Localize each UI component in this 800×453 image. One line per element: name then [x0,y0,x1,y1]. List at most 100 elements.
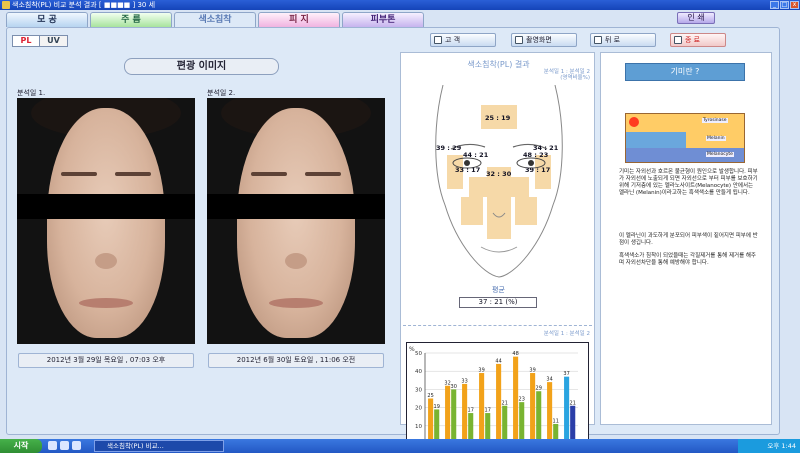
bar-value-label: 17 [485,408,491,414]
exit-button[interactable]: 종 료 [670,33,726,47]
back-button[interactable]: 뒤 로 [590,33,656,47]
bar-value-label: 37 [563,371,569,377]
system-tray-clock: 오후 1:44 [738,439,800,453]
bar [428,398,434,444]
bar [479,373,485,444]
bar [530,373,536,444]
analysis-date2-value: 2012년 6월 30일 토요일 , 11:06 오전 [208,353,384,368]
close-icon[interactable]: x [790,1,799,9]
exit-icon [674,36,682,44]
taskbar: 시작 색소침착(PL) 비교... 오후 1:44 [0,439,800,453]
zone-nose-value: 32 : 30 [486,170,512,178]
bar-value-label: 21 [502,400,508,406]
tyrosinase-label: Tyrosinase [702,118,728,123]
bar [519,402,525,444]
analysis-date2-label: 분석일 2. [207,89,236,97]
eyebrow [305,172,341,176]
result-unit: (영역비율%) [560,75,590,81]
censor-bar [207,194,385,219]
mode-toggle: PL UV [12,35,68,47]
eyebrow [61,172,97,176]
bar-value-label: 34 [546,377,552,383]
face-photo-1 [17,98,195,344]
back-arrow-icon [594,36,602,44]
y-tick-label: 20 [415,406,422,412]
bar-value-label: 39 [529,368,535,374]
analysis-date1-label: 분석일 1. [17,89,46,97]
info-title: 기미란 ? [625,63,745,81]
melanocyte-label: Melanocyte [706,152,734,157]
tab-skin-tone[interactable]: 피부톤 [342,12,424,27]
maximize-icon[interactable]: □ [780,1,789,9]
zone-right-cheek-value: 39 : 17 [525,166,551,174]
minimize-icon[interactable]: _ [770,1,779,9]
bar-value-label: 33 [461,378,467,384]
bar [462,383,468,444]
y-tick-label: 50 [415,351,422,357]
y-tick-label: 30 [415,387,422,393]
bar-value-label: 48 [512,351,518,357]
bar-value-label: 39 [478,368,484,374]
tab-sebum[interactable]: 피 지 [258,12,340,27]
bar-value-label: 17 [468,408,474,414]
uv-mode-button[interactable]: UV [40,35,68,47]
bar [445,385,451,444]
y-tick-label: 40 [415,369,422,375]
eyebrow [251,172,287,176]
y-tick-label: 10 [415,424,422,430]
melanin-label: Melanin [706,136,726,141]
quicklaunch-icon[interactable] [48,441,57,450]
tab-pigmentation[interactable]: 색소침착 [174,12,256,28]
print-button[interactable]: 인 쇄 [677,12,715,24]
bar [564,376,570,444]
quicklaunch-icon[interactable] [72,441,81,450]
app-icon [2,1,10,9]
bar [451,389,457,444]
bar [547,382,553,444]
window-title: 색소침착(PL) 비교 분석 결과 [ ■■■■ ] 30 세 [12,1,156,9]
zone-forehead-value: 25 : 19 [485,114,511,122]
average-label: 평균 [492,286,505,294]
bar [536,391,542,444]
bar-value-label: 21 [570,400,576,406]
mouth [79,298,133,308]
window-controls: _ □ x [770,1,799,9]
zone-left-under-eye-value: 44 : 21 [463,151,489,159]
face-photo-2 [207,98,385,344]
start-button[interactable]: 시작 [0,439,42,453]
section-divider [403,325,592,326]
average-value: 37 : 21 (%) [459,297,537,308]
bar [513,356,519,444]
bar-value-label: 44 [495,358,501,364]
analysis-tabs: 모 공 주 름 색소침착 피 지 피부톤 [6,12,424,28]
info-paragraph-1: 기미는 자외선과 호르몬 불균형이 원인으로 발생합니다. 피부가 자외선에 노… [619,169,758,196]
bar-value-label: 30 [451,384,457,390]
bar [496,363,502,444]
nose [95,253,117,269]
bar-value-label: 25 [427,393,433,399]
tab-wrinkles[interactable]: 주 름 [90,12,172,27]
pl-mode-button[interactable]: PL [12,35,40,47]
nose [285,253,307,269]
bar-value-label: 11 [553,418,559,424]
zone-left-upper-value: 39 : 29 [436,144,462,152]
region-bar-chart: %010203040502519A3230B3317C3917D4421E482… [406,342,589,453]
censor-bar [17,194,195,219]
bar-value-label: 29 [536,386,542,392]
bar-value-label: 19 [434,404,440,410]
bar-chart-svg: %010203040502519A3230B3317C3917D4421E482… [409,346,586,453]
pigmentation-result-panel: 색소침착(PL) 결과 분석일 1 : 분석일 2 (영역비율%) 25 : 1… [400,52,595,453]
camera-icon [515,36,523,44]
customer-button[interactable]: 고 객 [430,33,496,47]
info-paragraph-2: 이 멜라닌이 과도하게 분포되어 피부색이 짙어지면 피부에 반점이 생깁니다. [619,233,758,246]
info-paragraph-3: 흑색색소가 침착이 되었을때는 각질제거를 통해 제거를 해주며 자외선차단을 … [619,253,756,266]
tab-pores[interactable]: 모 공 [6,12,88,27]
zone-right-under-eye-value: 48 : 23 [523,151,549,159]
quicklaunch-icon[interactable] [60,441,69,450]
zone-left-cheek-value: 33 : 17 [455,166,481,174]
sun-icon [629,117,639,127]
chart-legend: 분석일 1 : 분석일 2 [543,331,590,337]
capture-screen-button[interactable]: 촬영화면 [511,33,577,47]
taskbar-window-item[interactable]: 색소침착(PL) 비교... [94,440,224,452]
mouth [269,298,323,308]
